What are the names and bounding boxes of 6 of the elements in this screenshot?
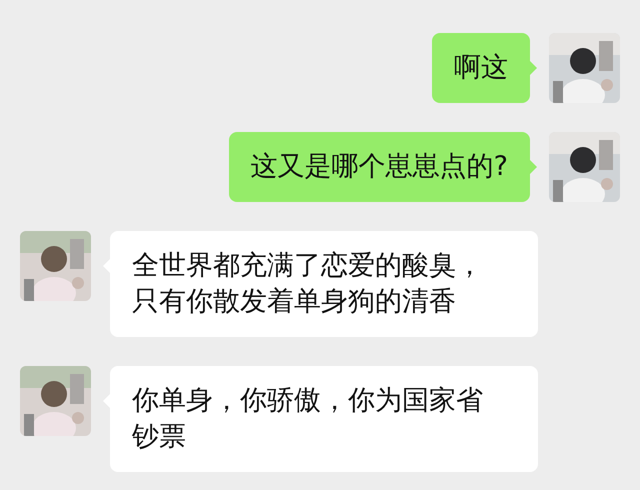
- bubble-tail: [530, 61, 537, 75]
- bubble-tail: [530, 160, 537, 174]
- message-bubble: 啊这: [432, 33, 530, 103]
- message-bubble: 你单身，你骄傲，你为国家省 钞票: [110, 366, 538, 472]
- message-bubble: 这又是哪个崽崽点的?: [228, 132, 530, 202]
- message-bubble: 全世界都充满了恋爱的酸臭， 只有你散发着单身狗的清香: [110, 231, 538, 337]
